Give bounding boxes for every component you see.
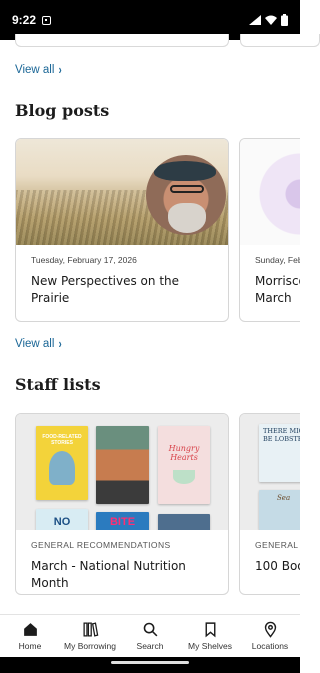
books-icon bbox=[82, 622, 98, 637]
book-illustration bbox=[173, 470, 195, 484]
book-cover: FOOD-RELATED STORIES bbox=[36, 426, 88, 500]
list-title: 100 Boo bbox=[255, 559, 300, 573]
blog-card[interactable]: Tuesday, February 17, 2026 New Perspecti… bbox=[15, 138, 229, 322]
staff-carousel[interactable]: FOOD-RELATED STORIES Hungry Hearts NO BI… bbox=[0, 413, 300, 595]
author-portrait bbox=[146, 155, 226, 235]
section-title-staff: Staff lists bbox=[15, 375, 101, 394]
staff-list-card[interactable]: FOOD-RELATED STORIES Hungry Hearts NO BI… bbox=[15, 413, 229, 595]
chevron-right-icon: › bbox=[59, 62, 63, 77]
book-cover: BITE bbox=[96, 512, 149, 530]
view-all-label: View all bbox=[15, 337, 55, 350]
notification-icon bbox=[42, 15, 52, 25]
nav-label: My Shelves bbox=[188, 641, 232, 651]
nav-label: Home bbox=[18, 641, 42, 651]
book-cover-title: BITE bbox=[109, 516, 136, 528]
wifi-icon bbox=[265, 15, 277, 25]
location-pin-icon bbox=[264, 621, 276, 638]
view-all-label: View all bbox=[15, 63, 55, 76]
chevron-right-icon: › bbox=[59, 336, 63, 351]
book-cover: THERE MIGHT BE LOBSTE bbox=[259, 424, 300, 482]
blog-date: Tuesday, February 17, 2026 bbox=[31, 255, 137, 265]
blog-title: Morrisco March bbox=[255, 274, 300, 306]
bookmark-icon bbox=[205, 622, 215, 638]
book-cover-title: THERE MIGHT BE LOBSTE bbox=[263, 427, 300, 443]
list-category: GENERAL R bbox=[255, 540, 300, 550]
nav-home[interactable]: Home bbox=[0, 615, 60, 657]
system-navigation-area bbox=[0, 657, 300, 673]
previous-card[interactable] bbox=[240, 34, 320, 47]
book-covers-collage: THERE MIGHT BE LOBSTE Sea bbox=[240, 414, 300, 530]
nav-locations[interactable]: Locations bbox=[240, 615, 300, 657]
book-cover: Sea bbox=[259, 490, 300, 530]
gesture-handle[interactable] bbox=[111, 661, 189, 664]
nav-search[interactable]: Search bbox=[120, 615, 180, 657]
bottom-navigation: Home My Borrowing Search My Shelves Loca… bbox=[0, 614, 300, 657]
nav-my-shelves[interactable]: My Shelves bbox=[180, 615, 240, 657]
book-cover bbox=[158, 514, 210, 530]
book-cover-title: FOOD-RELATED STORIES bbox=[42, 434, 82, 446]
status-time: 9:22 bbox=[12, 13, 37, 27]
nav-label: Search bbox=[136, 641, 164, 651]
book-cover-title: NO bbox=[53, 516, 71, 528]
blog-image bbox=[16, 139, 228, 245]
blog-card[interactable]: Sunday, Feb Morrisco March bbox=[239, 138, 300, 322]
nav-label: My Borrowing bbox=[64, 641, 116, 651]
list-category: GENERAL RECOMMENDATIONS bbox=[31, 540, 171, 550]
book-cover: NO bbox=[36, 509, 88, 530]
nav-label: Locations bbox=[251, 641, 289, 651]
previous-card[interactable] bbox=[15, 34, 229, 47]
search-icon bbox=[143, 622, 157, 637]
blog-carousel[interactable]: Tuesday, February 17, 2026 New Perspecti… bbox=[0, 138, 300, 322]
nav-my-borrowing[interactable]: My Borrowing bbox=[60, 615, 120, 657]
book-cover-title: Hungry Hearts bbox=[168, 444, 200, 462]
book-cover: Hungry Hearts bbox=[158, 426, 210, 504]
book-illustration bbox=[49, 451, 75, 485]
blog-image bbox=[240, 139, 300, 245]
glasses bbox=[170, 185, 204, 193]
staff-list-card[interactable]: THERE MIGHT BE LOBSTE Sea GENERAL R 100 … bbox=[239, 413, 300, 595]
list-title: March - National Nutrition Month bbox=[31, 559, 186, 591]
beard bbox=[168, 203, 206, 233]
battery-icon bbox=[281, 14, 288, 26]
blog-date: Sunday, Feb bbox=[255, 255, 300, 265]
book-covers-collage: FOOD-RELATED STORIES Hungry Hearts NO BI… bbox=[16, 414, 228, 530]
view-all-link-blog[interactable]: View all › bbox=[15, 336, 63, 351]
book-cover-title: Sea bbox=[277, 494, 291, 502]
hat bbox=[154, 161, 216, 181]
blog-title: New Perspectives on the Prairie bbox=[31, 274, 180, 306]
section-title-blog: Blog posts bbox=[15, 101, 110, 120]
home-icon bbox=[23, 623, 37, 636]
book-cover bbox=[96, 426, 149, 504]
view-all-link-top[interactable]: View all › bbox=[15, 62, 63, 77]
signal-icon bbox=[249, 15, 261, 25]
